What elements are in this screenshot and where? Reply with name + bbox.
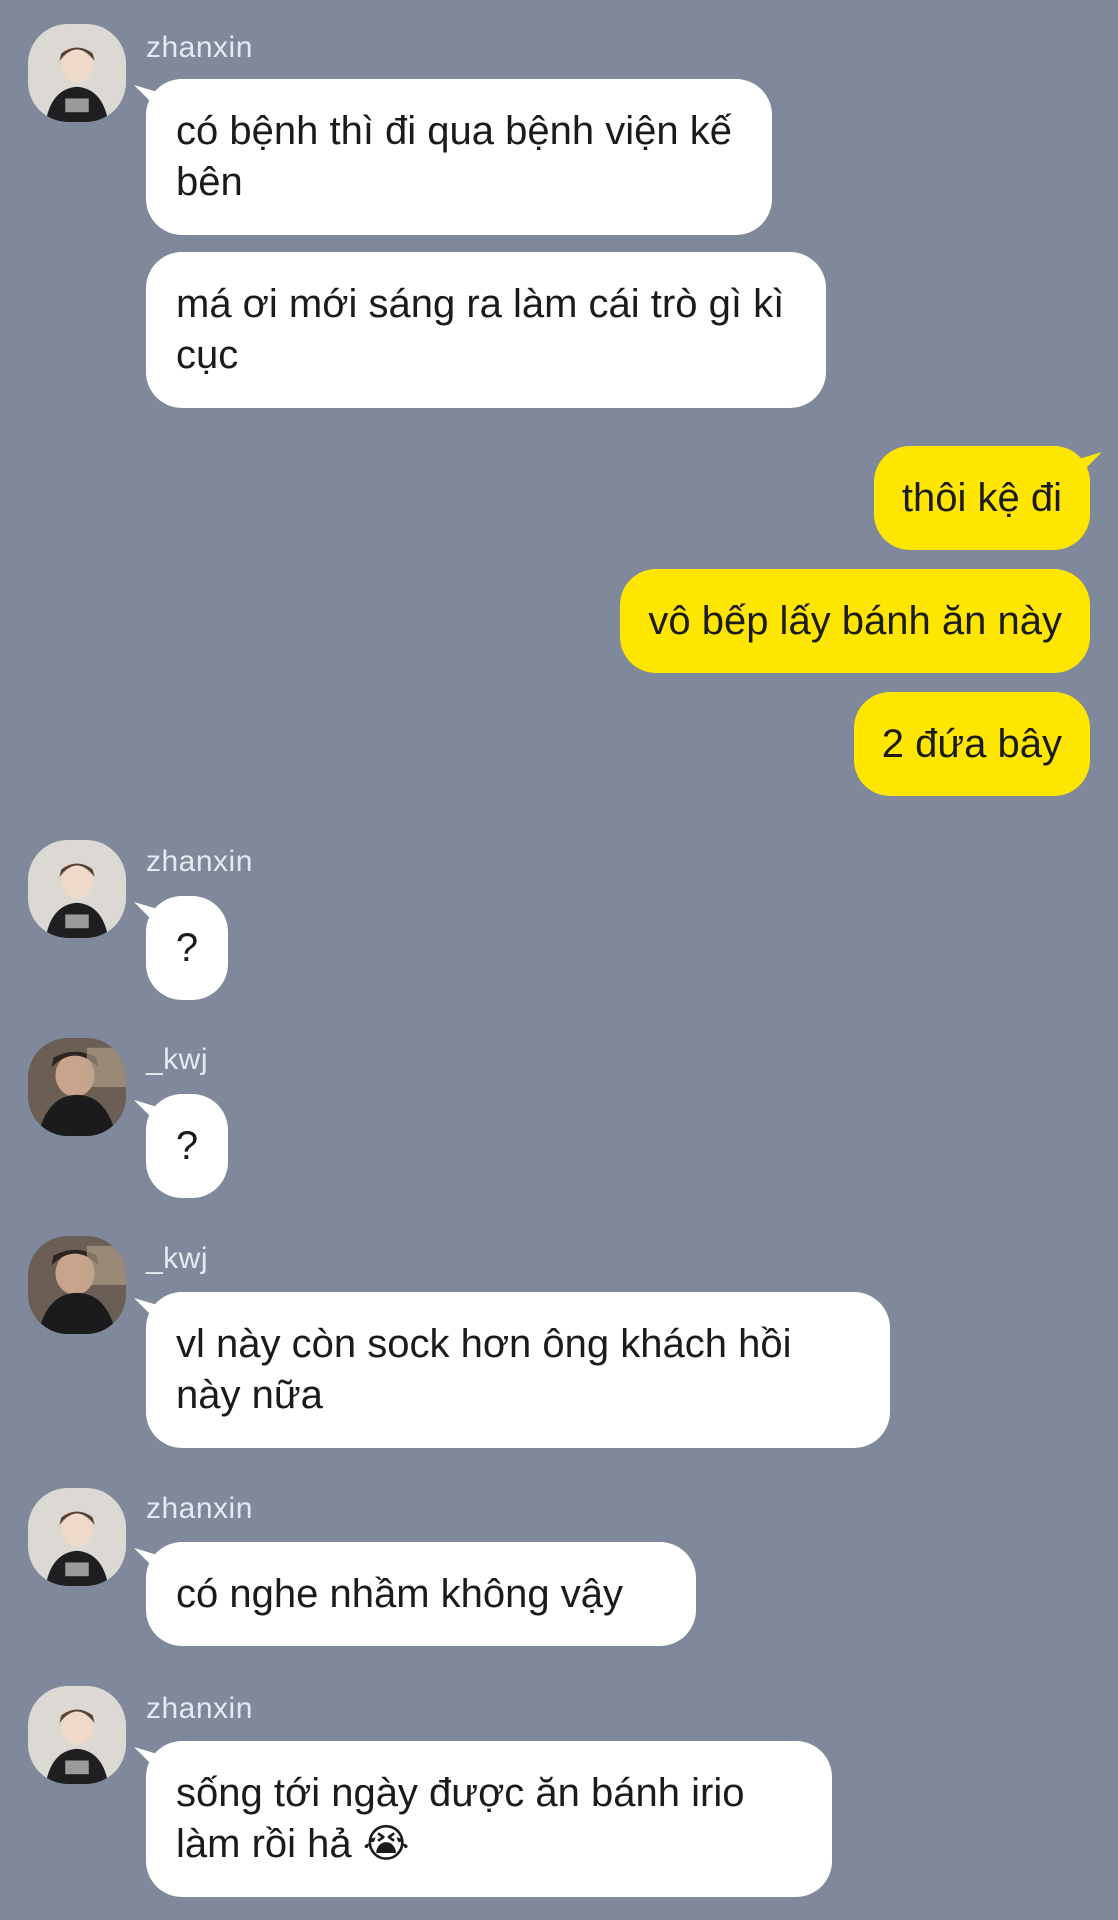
avatar-kwj[interactable] (28, 1038, 126, 1136)
message-text: ? (175, 1123, 199, 1168)
message-text: má ơi mới sáng ra làm cái trò gì kì cục (176, 282, 785, 377)
crying-face-emoji: 😭 (362, 1821, 410, 1867)
message-text: vl này còn sock hơn ông khách hồi này nữ… (176, 1322, 792, 1417)
my-message-bubble[interactable]: vô bếp lấy bánh ăn này (620, 569, 1090, 673)
avatar-zhanxin[interactable] (28, 1488, 126, 1586)
sender-name: zhanxin (146, 845, 253, 878)
avatar-photo-icon (28, 1038, 126, 1136)
avatar-zhanxin[interactable] (28, 24, 126, 122)
message-bubble[interactable]: ? (146, 896, 228, 1000)
sender-name: zhanxin (146, 31, 253, 64)
my-message-bubble[interactable]: 2 đứa bây (853, 692, 1090, 796)
avatar-kwj[interactable] (28, 1236, 126, 1334)
sender-name: _kwj (146, 1242, 209, 1275)
avatar-photo-icon (28, 1686, 126, 1784)
sender-name: zhanxin (146, 1492, 253, 1525)
avatar-photo-icon (28, 24, 126, 122)
sender-name: _kwj (146, 1043, 209, 1076)
message-text: vô bếp lấy bánh ăn này (648, 598, 1062, 643)
message-text: có bệnh thì đi qua bệnh viện kế bên (176, 109, 732, 204)
message-text-body: sống tới ngày được ăn bánh irio làm rồi … (176, 1771, 745, 1866)
message-bubble[interactable]: có nghe nhầm không vậy (146, 1542, 696, 1646)
my-message-bubble[interactable]: thôi kệ đi (873, 446, 1090, 550)
avatar-photo-icon (28, 1236, 126, 1334)
chat-thread[interactable]: zhanxin có bệnh thì đi qua bệnh viện kế … (0, 0, 1118, 1920)
message-text: sống tới ngày được ăn bánh irio làm rồi … (176, 1768, 802, 1870)
sender-name: zhanxin (146, 1692, 253, 1725)
message-bubble[interactable]: má ơi mới sáng ra làm cái trò gì kì cục (146, 252, 826, 408)
message-bubble[interactable]: sống tới ngày được ăn bánh irio làm rồi … (146, 1741, 832, 1897)
avatar-photo-icon (28, 840, 126, 938)
message-bubble[interactable]: ? (146, 1094, 228, 1198)
message-text: thôi kệ đi (901, 475, 1062, 520)
avatar-photo-icon (28, 1488, 126, 1586)
message-text: 2 đứa bây (881, 721, 1062, 766)
message-text: ? (175, 925, 199, 970)
message-bubble[interactable]: có bệnh thì đi qua bệnh viện kế bên (146, 79, 772, 235)
avatar-zhanxin[interactable] (28, 840, 126, 938)
avatar-zhanxin[interactable] (28, 1686, 126, 1784)
message-bubble[interactable]: vl này còn sock hơn ông khách hồi này nữ… (146, 1292, 890, 1448)
message-text: có nghe nhầm không vậy (176, 1571, 623, 1616)
